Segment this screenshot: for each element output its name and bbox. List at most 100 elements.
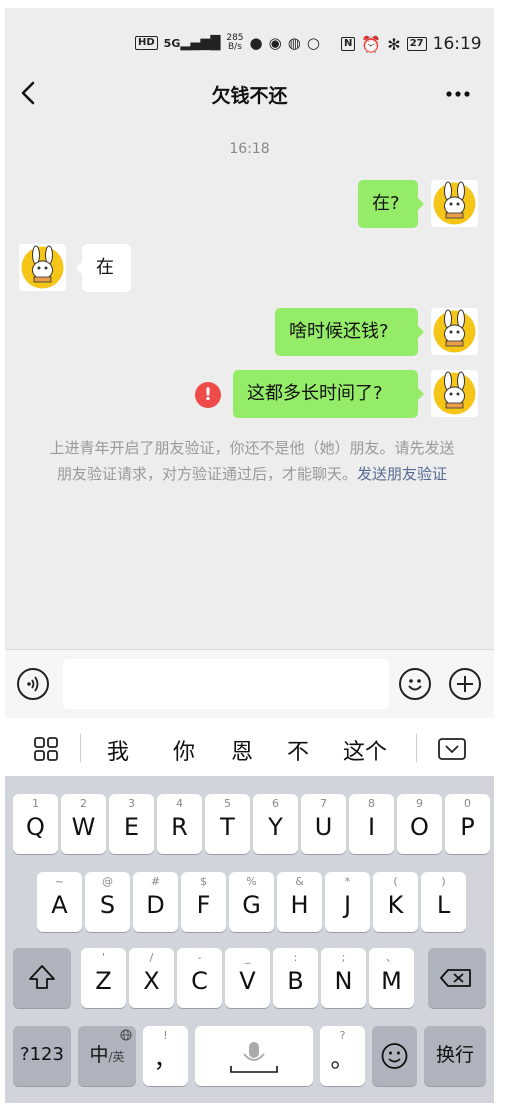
key-h[interactable]: & H [277, 872, 322, 932]
space-key[interactable] [195, 1026, 313, 1086]
key-a[interactable]: ~ A [37, 872, 82, 932]
shift-icon [29, 965, 55, 989]
contact-avatar[interactable] [19, 244, 66, 291]
send-verification-link[interactable]: 发送朋友验证 [357, 465, 447, 483]
candidate-word[interactable]: 不 [287, 734, 309, 766]
more-button[interactable] [441, 78, 475, 108]
my-avatar[interactable] [431, 370, 478, 417]
key-q[interactable]: 1Q [13, 794, 58, 854]
status-bar: HD 5G▂▄▆█ 285 B/s ● ◉ ◍ ○ N ⏰ ✻ 27 16:19 [5, 8, 494, 54]
key-label: F [196, 891, 211, 919]
wechat-icon: ● [249, 34, 263, 52]
key-j[interactable]: * J [325, 872, 370, 932]
key-hint: 3 [128, 797, 135, 810]
numbers-key[interactable]: ?123 [13, 1026, 71, 1086]
delete-key[interactable] [428, 948, 486, 1008]
candidate-word[interactable]: 你 [173, 734, 195, 766]
key-c[interactable]: -C [177, 948, 222, 1008]
keyboard-collapse-icon [438, 738, 466, 760]
key-b[interactable]: :B [273, 948, 318, 1008]
key-hint: * [344, 875, 351, 888]
key-k[interactable]: (K [373, 872, 418, 932]
circle-icon: ○ [306, 34, 320, 52]
divider [80, 734, 81, 762]
key-label: X [143, 967, 160, 995]
message-bubble-sent[interactable]: 啥时候还钱? [275, 308, 424, 356]
key-hint: 0 [464, 797, 471, 810]
emoji-icon [381, 1043, 408, 1069]
key-label: V [239, 967, 256, 995]
key-u[interactable]: 7U [301, 794, 346, 854]
message-text: 在? [372, 193, 400, 214]
key-label: A [51, 891, 68, 919]
key-hint: 8 [368, 797, 375, 810]
candidate-word[interactable]: 这个 [343, 734, 387, 766]
key-t[interactable]: 5T [205, 794, 250, 854]
enter-key[interactable]: 换行 [424, 1026, 486, 1086]
status-left: HD 5G▂▄▆█ 285 B/s ● ◉ ◍ ○ [135, 34, 320, 52]
network-signal: 5G▂▄▆█ [163, 35, 221, 51]
message-bubble-sent[interactable]: 这都多长时间了? [233, 370, 424, 418]
my-avatar[interactable] [431, 180, 478, 227]
message-bubble-received[interactable]: 在 [76, 244, 131, 292]
chat-title: 欠钱不还 [211, 85, 288, 107]
voice-icon [27, 676, 39, 692]
message-input[interactable] [63, 659, 389, 709]
lang-key-main: 中 [89, 1044, 109, 1066]
key-l[interactable]: ) L [421, 872, 466, 932]
key-v[interactable]: _ V [225, 948, 270, 1008]
key-x[interactable]: / X [129, 948, 174, 1008]
message-bubble-sent[interactable]: 在? [358, 180, 424, 228]
voice-button[interactable] [17, 668, 49, 700]
key-label: G [242, 891, 261, 919]
phone-screen: HD 5G▂▄▆█ 285 B/s ● ◉ ◍ ○ N ⏰ ✻ 27 16:19… [5, 8, 494, 1103]
key-label: B [287, 967, 304, 995]
period-key[interactable]: ? 。 [320, 1026, 365, 1086]
key-label: W [71, 813, 96, 841]
chat-timestamp: 16:18 [229, 141, 270, 157]
key-hint: ~ [54, 875, 65, 888]
apps-grid-button[interactable] [33, 736, 59, 766]
language-switch-key[interactable]: 中/英 [78, 1026, 136, 1086]
period-key-main: 。 [330, 1045, 355, 1073]
candidate-word[interactable]: 我 [107, 734, 129, 766]
send-failed-icon[interactable]: ! [195, 382, 221, 408]
key-z[interactable]: ' Z [81, 948, 126, 1008]
emoji-button[interactable] [399, 668, 431, 700]
keyboard-collapse-button[interactable] [437, 736, 467, 766]
key-e[interactable]: 3E [109, 794, 154, 854]
key-o[interactable]: 9O [397, 794, 442, 854]
message-text: 在 [96, 257, 114, 278]
key-n[interactable]: ; N [321, 948, 366, 1008]
comma-key-main: ， [153, 1045, 178, 1073]
key-label: R [171, 813, 188, 841]
key-w[interactable]: 2W [61, 794, 106, 854]
key-r[interactable]: 4R [157, 794, 202, 854]
key-y[interactable]: 6Y [253, 794, 298, 854]
key-m[interactable]: 、 M [369, 948, 414, 1008]
keyboard: 1Q2W3E4R5T6Y7U8I9O0P ~ A @ S # D $ F% G & H * J(K) L … [5, 776, 494, 1103]
shift-key[interactable] [13, 948, 71, 1008]
key-p[interactable]: 0P [445, 794, 490, 854]
key-i[interactable]: 8I [349, 794, 394, 854]
key-d[interactable]: # D [133, 872, 178, 932]
key-f[interactable]: $ F [181, 872, 226, 932]
plus-button[interactable] [449, 668, 481, 700]
back-button[interactable] [17, 78, 47, 108]
enter-key-label: 换行 [435, 1044, 474, 1066]
more-dots-icon [446, 91, 470, 97]
backspace-icon [440, 969, 471, 987]
period-key-hint: ? [339, 1029, 346, 1042]
key-label: K [387, 891, 404, 919]
rabbit-avatar-icon [433, 371, 476, 415]
my-avatar[interactable] [431, 308, 478, 355]
key-g[interactable]: % G [229, 872, 274, 932]
key-hint: ( [393, 875, 398, 888]
comma-key[interactable]: ! ， [143, 1026, 188, 1086]
candidate-word[interactable]: 恩 [231, 734, 253, 766]
emoji-key[interactable] [372, 1026, 417, 1086]
key-hint: 5 [224, 797, 231, 810]
key-label: M [381, 967, 402, 995]
key-s[interactable]: @ S [85, 872, 130, 932]
key-hint: $ [200, 875, 207, 888]
